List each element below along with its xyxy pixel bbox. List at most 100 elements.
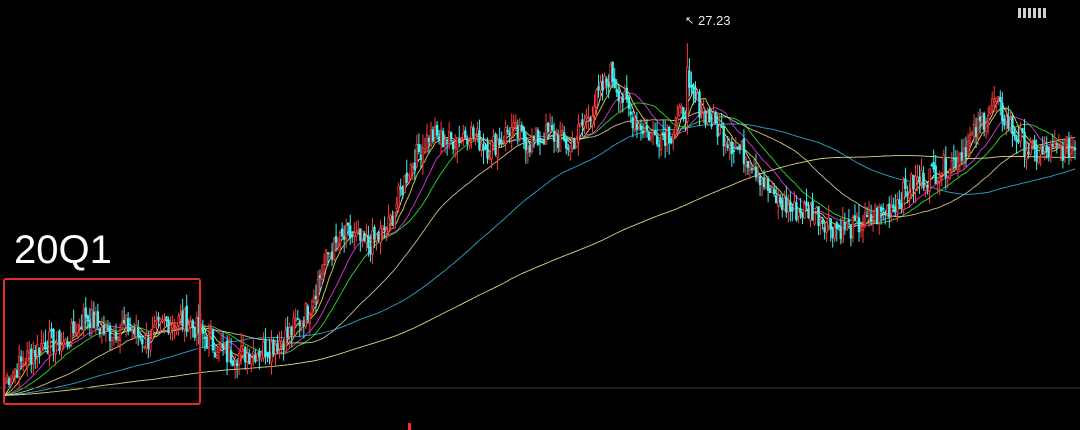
candle-body	[223, 344, 227, 347]
candle-body	[863, 212, 867, 225]
candle-body	[694, 91, 697, 100]
candle-body	[946, 175, 950, 178]
candle-body	[637, 123, 641, 127]
candle-body	[227, 346, 231, 362]
candle-body	[219, 345, 223, 348]
candle-body	[1059, 147, 1063, 149]
candle-body	[445, 141, 449, 144]
candle-body	[492, 136, 495, 144]
candle-body	[1037, 157, 1040, 164]
candle-body	[231, 360, 235, 367]
candle-body	[845, 222, 849, 231]
candle-body	[611, 61, 614, 82]
candle-body	[795, 202, 798, 221]
candle-body	[504, 127, 507, 144]
candle-body	[528, 145, 532, 153]
peak-value-label: 27.23	[698, 13, 731, 28]
candle-body	[898, 199, 901, 205]
candle-body	[849, 224, 853, 239]
peak-arrow-icon: ↖	[685, 15, 695, 27]
candle-body	[1061, 146, 1065, 161]
candle-body	[522, 126, 526, 142]
candle-body	[825, 222, 828, 233]
candle-body	[284, 330, 287, 352]
candle-body	[835, 222, 838, 229]
candle-body	[427, 138, 431, 142]
candle-body	[1009, 119, 1012, 128]
candle-body	[403, 175, 406, 194]
candle-body	[322, 263, 326, 273]
candle-body	[631, 117, 635, 129]
candle-body	[496, 139, 499, 158]
candle-body	[1011, 115, 1014, 135]
candle-body	[718, 125, 721, 135]
candle-body	[676, 117, 679, 125]
candle-body	[601, 80, 604, 91]
candle-body	[209, 332, 213, 337]
candle-body	[738, 144, 742, 150]
candle-body	[328, 253, 332, 257]
candle-body	[550, 124, 554, 130]
candle-body	[781, 200, 784, 210]
candle-body	[1071, 148, 1075, 151]
candle-body	[613, 78, 616, 89]
candle-body	[310, 305, 314, 315]
candle-body	[629, 111, 633, 115]
candle-body	[688, 70, 691, 88]
candle-body	[993, 98, 996, 103]
candle-body	[928, 168, 931, 192]
candle-body	[605, 78, 608, 83]
candle-body	[373, 226, 376, 240]
candle-body	[682, 107, 685, 119]
candle-body	[657, 144, 661, 147]
candle-body	[488, 157, 491, 160]
candle-body	[702, 107, 705, 113]
candle-body	[779, 197, 782, 204]
candle-body	[942, 154, 945, 175]
candle-body	[653, 130, 657, 136]
settings-sliders-icon[interactable]	[1018, 5, 1058, 18]
candle-body	[1053, 142, 1057, 148]
candle-body	[472, 127, 475, 137]
candle-body	[1003, 118, 1006, 126]
candle-body	[415, 143, 419, 168]
candle-body	[1069, 148, 1073, 155]
candle-body	[720, 125, 723, 128]
candle-body	[302, 323, 305, 326]
candle-body	[417, 144, 421, 153]
candle-body	[217, 343, 221, 354]
candle-body	[421, 147, 425, 164]
candle-body	[201, 326, 205, 334]
candle-body	[663, 132, 667, 146]
candle-body	[950, 160, 954, 171]
candle-body	[811, 201, 814, 221]
candle-body	[371, 230, 374, 255]
candle-body	[524, 136, 528, 151]
candle-body	[958, 153, 962, 166]
candle-body	[1051, 144, 1054, 146]
candle-body	[900, 203, 903, 209]
candle-body	[1057, 145, 1061, 148]
candle-body	[593, 106, 596, 116]
candle-body	[924, 185, 927, 192]
candle-body	[1033, 140, 1036, 150]
candle-body	[554, 134, 558, 141]
candle-body	[783, 197, 786, 211]
candle-body	[847, 219, 851, 223]
candle-body	[242, 345, 245, 350]
candle-body	[678, 106, 681, 116]
candle-body	[514, 122, 517, 125]
candle-body	[696, 92, 699, 101]
candle-body	[314, 295, 318, 300]
candle-body	[894, 206, 897, 213]
candle-body	[700, 112, 703, 115]
candle-body	[556, 135, 560, 148]
candle-body	[579, 122, 582, 127]
candle-body	[538, 140, 542, 143]
candle-body	[363, 233, 366, 242]
candle-body	[670, 139, 673, 144]
candle-body	[726, 144, 729, 149]
candle-body	[837, 224, 840, 227]
candle-body	[710, 123, 713, 127]
candle-body	[896, 199, 899, 212]
